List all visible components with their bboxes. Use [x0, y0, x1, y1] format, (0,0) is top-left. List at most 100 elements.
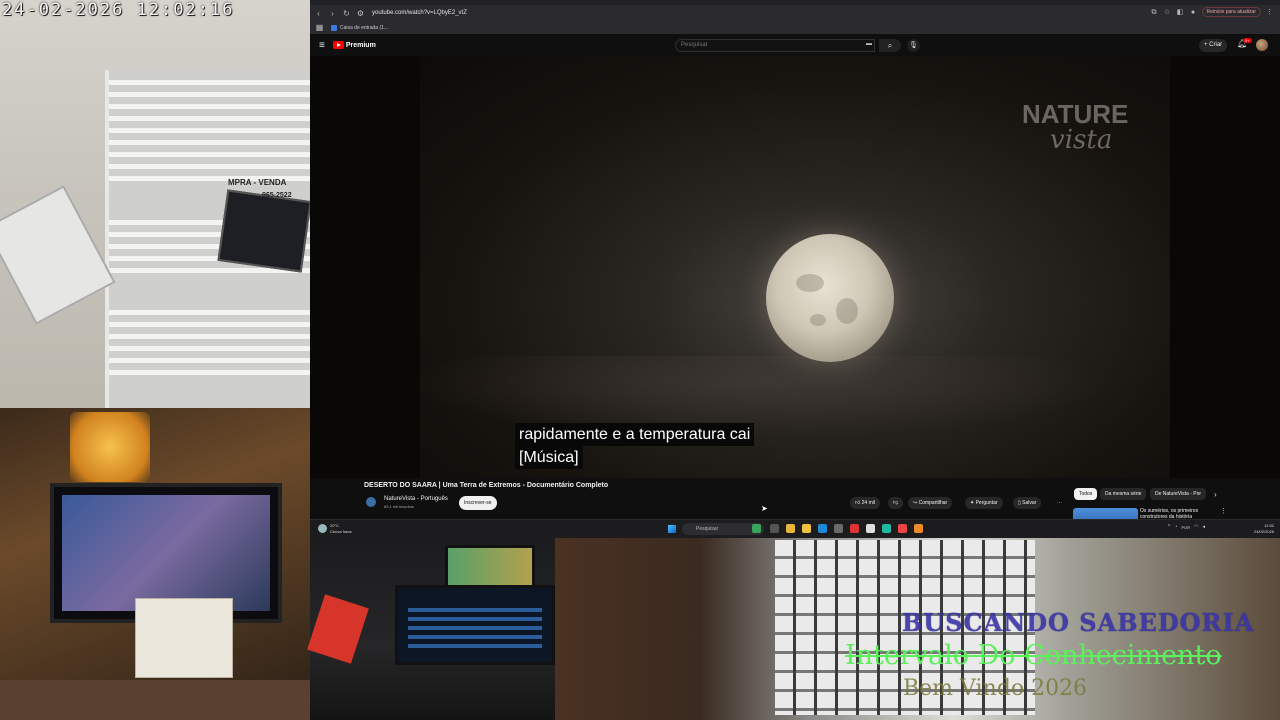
clock-date: 24/02/2026	[1254, 529, 1275, 534]
mail-icon	[331, 24, 337, 31]
dislike-button[interactable]: 👎︎	[888, 497, 904, 509]
chip-same-series[interactable]: Da mesma série	[1100, 488, 1147, 500]
youtube-play-icon	[332, 41, 344, 49]
like-button[interactable]: 👍︎ 24 mil	[850, 497, 880, 509]
hanging-laptop-dark	[217, 189, 310, 273]
star-icon[interactable]: ☆	[1163, 8, 1172, 17]
recommendation-more-icon[interactable]: ⋮	[1220, 507, 1227, 515]
search-icon: ⌕	[887, 41, 893, 50]
dislike-icon: 👎︎	[893, 500, 899, 506]
chip-channel[interactable]: De NatureVista - Por	[1150, 488, 1207, 500]
banner-line-1: BUSCANDO SABEDORIA	[902, 608, 1255, 637]
bookmark-inbox[interactable]: Caixa de entrada (1...	[340, 25, 388, 31]
channel-subscribers: 69,1 mil inscritos	[384, 504, 414, 509]
notification-badge: 9+	[1243, 38, 1252, 43]
taskbar: 20°C Chuva fraca ⌕ Pesquisar ^ ◔ POR ◠ ◂…	[310, 519, 1280, 538]
youtube-logo-text: Premium	[345, 41, 376, 49]
channel-name[interactable]: NatureVista - Português	[384, 496, 448, 502]
weather-temp: 20°C	[330, 523, 339, 528]
app-icon-white[interactable]	[866, 524, 875, 533]
edge-icon[interactable]	[818, 524, 827, 533]
desk-surface	[0, 680, 310, 720]
address-bar: ‹ › ↻ ⚙ youtube.com/watch?v=LQbyE2_vtZ ⧉…	[310, 5, 1280, 21]
video-title: DESERTO DO SAARA | Uma Terra de Extremos…	[364, 482, 609, 489]
monitor-audio	[395, 585, 555, 665]
chrome-icon[interactable]	[786, 524, 795, 533]
share-icon: ↪	[913, 500, 918, 506]
keyboard-icon[interactable]: ▬	[866, 41, 872, 47]
folder-icon[interactable]	[802, 524, 811, 533]
apps-icon[interactable]: ▦	[314, 22, 325, 33]
more-actions-button[interactable]: ···	[1052, 497, 1067, 509]
camera-feed-window: MPRA - VENDA 965-2522 24-02-2026 12:02:1…	[0, 0, 310, 408]
camera-timestamp: 24-02-2026 12:02:16	[2, 0, 235, 20]
app-icon-pink[interactable]	[898, 524, 907, 533]
save-label: Salvar	[1022, 500, 1037, 506]
update-button[interactable]: Reinicie para atualizar	[1201, 7, 1261, 17]
like-count: 24 mil	[861, 500, 875, 506]
mouse-cursor-icon: ➤	[761, 504, 768, 513]
tray-chevron-icon[interactable]: ^	[1168, 524, 1170, 530]
back-icon[interactable]: ‹	[313, 8, 324, 19]
like-icon: 👍︎	[855, 500, 861, 506]
account-avatar[interactable]	[1256, 39, 1268, 51]
app-icon-green[interactable]	[752, 524, 761, 533]
windows-start-icon[interactable]	[668, 525, 676, 533]
share-button[interactable]: ↪ Compartilhar	[908, 497, 953, 509]
task-view-icon[interactable]	[770, 524, 779, 533]
watermark-line-2: vista	[1050, 125, 1113, 155]
system-tray: ^ ◔ POR ◠ ◂	[1168, 524, 1205, 530]
captions: rapidamente e a temperatura cai [Música]	[515, 423, 755, 469]
reload-icon[interactable]: ↻	[341, 8, 352, 19]
tray-wifi-icon[interactable]: ◠	[1194, 524, 1198, 530]
profile-icon[interactable]: ●	[1189, 8, 1198, 17]
install-icon[interactable]: ⧉	[1150, 8, 1159, 17]
menu-icon[interactable]: ≡	[319, 40, 325, 51]
video-frame: NATURE vista	[420, 56, 1170, 478]
search-button[interactable]: ⌕	[879, 39, 901, 52]
chip-all[interactable]: Todos	[1074, 488, 1098, 500]
weather-icon[interactable]	[318, 524, 327, 533]
subscribe-button[interactable]: Inscrever-se	[459, 496, 497, 510]
chevron-right-icon[interactable]: ›	[1214, 490, 1217, 499]
browser-menu-icon[interactable]: ⋮	[1265, 8, 1274, 17]
hanging-laptop	[0, 185, 116, 325]
lamp	[70, 412, 150, 482]
weather-desc: Chuva fraca	[330, 529, 352, 534]
ask-label: Perguntar	[975, 500, 998, 506]
desk-calendar	[135, 598, 233, 678]
create-button[interactable]: + Criar	[1199, 39, 1228, 52]
screen: MPRA - VENDA 965-2522 24-02-2026 12:02:1…	[0, 0, 1280, 720]
watermark-line-1: NATURE	[1022, 99, 1129, 129]
site-info-icon[interactable]: ⚙	[355, 8, 366, 19]
extensions-icon[interactable]: ◧	[1176, 8, 1185, 17]
search-input[interactable]: Pesquisar	[675, 39, 875, 52]
app-icon-teal[interactable]	[882, 524, 891, 533]
sparkle-icon: ✦	[970, 500, 975, 506]
video-player[interactable]: NATURE vista rapidamente e a temperatura…	[310, 56, 1280, 478]
taskbar-clock[interactable]: 12:02 24/02/2026	[1254, 523, 1274, 535]
forward-icon[interactable]: ›	[327, 8, 338, 19]
save-icon: ▯	[1018, 500, 1021, 506]
tray-language[interactable]: POR	[1181, 525, 1190, 530]
app-icon-red[interactable]	[850, 524, 859, 533]
browser-window: ‹ › ↻ ⚙ youtube.com/watch?v=LQbyE2_vtZ ⧉…	[310, 0, 1280, 538]
banner-line-3: Bem Vindo 2026	[903, 676, 1088, 701]
channel-watermark: NATURE vista	[1022, 99, 1129, 155]
youtube-logo[interactable]: Premium	[332, 41, 376, 49]
ask-button[interactable]: ✦ Perguntar	[965, 497, 1003, 509]
url-field[interactable]: youtube.com/watch?v=LQbyE2_vtZ	[372, 10, 467, 16]
save-button[interactable]: ▯ Salvar	[1013, 497, 1042, 509]
channel-avatar[interactable]	[366, 497, 376, 507]
tray-network-icon[interactable]: ◔	[1174, 524, 1177, 530]
store-icon[interactable]	[834, 524, 843, 533]
street-sign-phone: 965-2522	[262, 192, 292, 199]
share-label: Compartilhar	[918, 500, 948, 506]
street-sign: MPRA - VENDA	[228, 178, 287, 187]
vlc-icon[interactable]	[914, 524, 923, 533]
mic-icon[interactable]: 🎙︎	[907, 39, 920, 52]
bookmarks-bar: ▦ Caixa de entrada (1...	[310, 21, 1280, 34]
caption-line-1: rapidamente e a temperatura cai	[515, 423, 755, 446]
caption-line-2: [Música]	[515, 446, 583, 469]
tray-volume-icon[interactable]: ◂	[1202, 524, 1205, 530]
